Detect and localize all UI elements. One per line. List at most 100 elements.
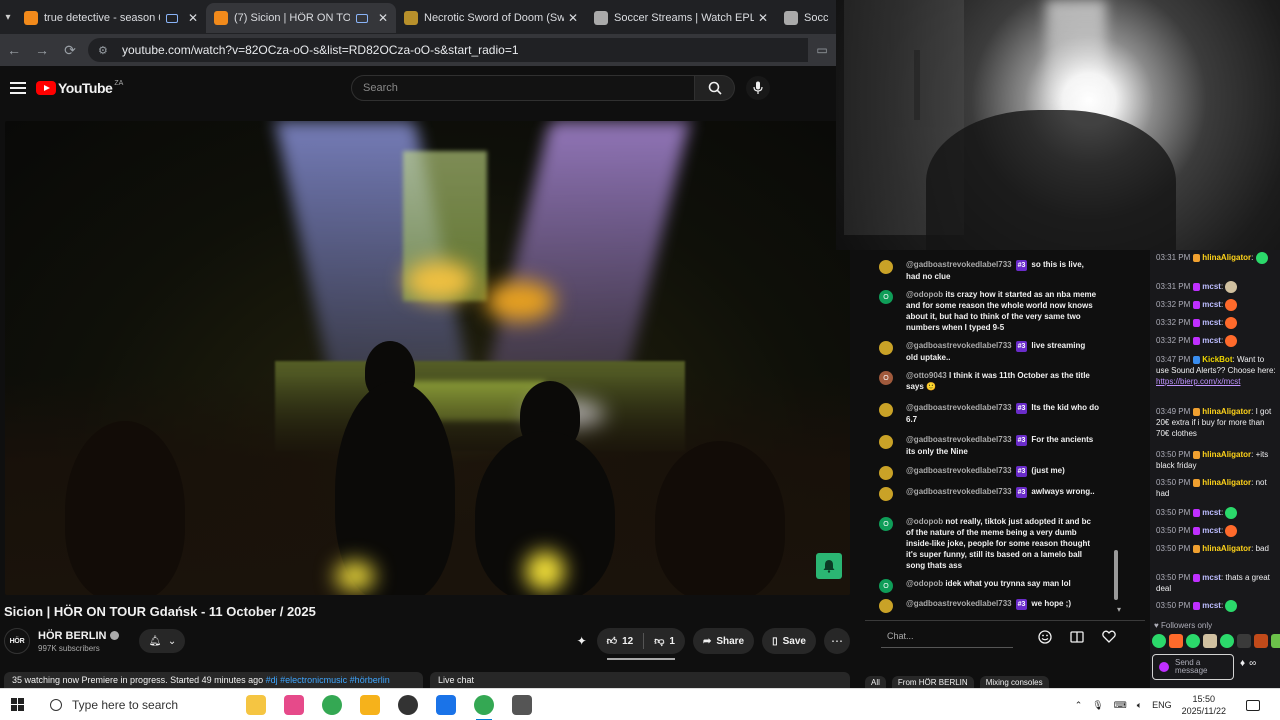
browser-tab[interactable]: Soccer — [776, 3, 836, 33]
chat-author[interactable]: @gadboastrevokedlabel733 — [906, 435, 1012, 444]
taskbar-app-icon[interactable] — [246, 694, 266, 715]
voice-search-button[interactable] — [746, 76, 770, 100]
tab-close-icon[interactable]: ✕ — [378, 11, 388, 25]
twitch-link[interactable]: https://bierp.com/x/mcst — [1156, 377, 1240, 386]
twitch-username[interactable]: mcst — [1202, 526, 1221, 535]
taskbar-app-icon[interactable] — [512, 694, 532, 715]
chat-avatar[interactable] — [879, 341, 893, 355]
live-chat-header[interactable]: Live chat — [430, 672, 850, 688]
taskbar-app-icon[interactable] — [398, 694, 418, 715]
chat-avatar[interactable]: O — [879, 579, 893, 593]
chat-avatar[interactable] — [879, 487, 893, 501]
reload-icon[interactable]: ⟳ — [56, 36, 84, 64]
share-button[interactable]: ➦ Share — [692, 628, 755, 654]
chat-author[interactable]: @gadboastrevokedlabel733 — [906, 466, 1012, 475]
microphone-icon[interactable]: 🎙︎ — [1092, 700, 1103, 711]
chat-author[interactable]: @odopob — [906, 579, 943, 588]
channel-name[interactable]: HÖR BERLIN — [38, 630, 120, 642]
url-bar[interactable]: ⚙ youtube.com/watch?v=82OCza-oO-s&list=R… — [88, 38, 808, 62]
emote[interactable] — [1254, 634, 1268, 648]
chat-author[interactable]: @gadboastrevokedlabel733 — [906, 341, 1012, 350]
taskbar-search[interactable]: Type here to search — [40, 689, 236, 720]
chat-avatar[interactable]: O — [879, 371, 893, 385]
twitch-message-input[interactable]: Send a message — [1152, 654, 1234, 680]
chat-avatar[interactable]: O — [879, 517, 893, 531]
emote[interactable] — [1237, 634, 1251, 648]
taskbar-app-icon[interactable] — [436, 694, 456, 715]
twitch-username[interactable]: mcst — [1202, 318, 1221, 327]
emote[interactable] — [1271, 634, 1280, 648]
like-button[interactable]: 👍︎ 12 — [597, 635, 644, 648]
chat-author[interactable]: @otto9043 — [906, 371, 947, 380]
chat-avatar[interactable]: O — [879, 290, 893, 304]
infinity-icon[interactable]: ∞ — [1249, 658, 1256, 669]
browser-tab[interactable]: Soccer Streams | Watch EPL On ✕ — [586, 3, 776, 33]
twitch-username[interactable]: mcst — [1202, 282, 1221, 291]
chat-author[interactable]: @gadboastrevokedlabel733 — [906, 403, 1012, 412]
emote[interactable] — [1220, 634, 1234, 648]
chat-author[interactable]: @gadboastrevokedlabel733 — [906, 487, 1012, 496]
emote[interactable] — [1186, 634, 1200, 648]
super-chat-icon[interactable] — [1065, 625, 1089, 649]
twitch-username[interactable]: hlinaAligator — [1202, 450, 1251, 459]
description-box[interactable]: 35 watching now Premiere in progress. St… — [4, 672, 423, 688]
start-button[interactable] — [0, 698, 34, 711]
chat-avatar[interactable] — [879, 260, 893, 274]
emote[interactable] — [1203, 634, 1217, 648]
youtube-logo[interactable]: YouTube ZA — [36, 80, 123, 96]
chat-avatar[interactable] — [879, 466, 893, 480]
language-indicator[interactable]: ENG — [1152, 700, 1172, 710]
search-input[interactable]: Search — [351, 75, 695, 101]
tray-chevron-icon[interactable]: ⌃ — [1075, 700, 1083, 711]
browser-tab[interactable]: Necrotic Sword of Doom (Swo ✕ — [396, 3, 586, 33]
cast-icon[interactable]: ▭ — [808, 43, 836, 57]
forward-arrow-icon[interactable]: → — [28, 36, 56, 64]
emote[interactable] — [1169, 634, 1183, 648]
description-tags[interactable]: #dj #electronicmusic #hörberlin — [266, 675, 390, 685]
chat-author[interactable]: @gadboastrevokedlabel733 — [906, 599, 1012, 608]
taskbar-app-icon[interactable] — [322, 694, 342, 715]
clock[interactable]: 15:50 2025/11/22 — [1182, 693, 1226, 717]
twitch-username[interactable]: hlinaAligator — [1202, 407, 1251, 416]
save-button[interactable]: ▯ Save — [762, 628, 816, 654]
twitch-username[interactable]: mcst — [1202, 573, 1221, 582]
notification-icon[interactable] — [1246, 699, 1260, 711]
tab-search-chevron-icon[interactable]: ▾ — [0, 0, 16, 34]
bell-icon[interactable] — [816, 553, 842, 579]
chat-avatar[interactable] — [879, 599, 893, 613]
twitch-username[interactable]: hlinaAligator — [1202, 253, 1251, 262]
search-button[interactable] — [695, 75, 735, 101]
taskbar-app-icon[interactable] — [474, 694, 494, 720]
tab-close-icon[interactable]: ✕ — [758, 11, 768, 25]
heart-icon[interactable] — [1097, 625, 1121, 649]
chat-input[interactable]: Chat... — [881, 626, 1013, 648]
browser-tab[interactable]: (7) Sicion | HÖR ON TOUR G ✕ — [206, 3, 396, 33]
emote[interactable] — [1152, 634, 1166, 648]
back-arrow-icon[interactable]: ← — [0, 36, 28, 64]
subscribed-button[interactable]: 🔔︎ ⌄ — [139, 629, 186, 653]
twitch-username[interactable]: hlinaAligator — [1202, 478, 1251, 487]
network-icon[interactable]: ⌨ — [1114, 700, 1127, 711]
more-actions-icon[interactable]: ⋯ — [824, 628, 850, 654]
chat-author[interactable]: @odopob — [906, 517, 943, 526]
emoji-icon[interactable] — [1033, 625, 1057, 649]
video-player[interactable] — [5, 121, 850, 595]
chat-avatar[interactable] — [879, 403, 893, 417]
chat-author[interactable]: @gadboastrevokedlabel733 — [906, 260, 1012, 269]
volume-icon[interactable]: 🔈︎ — [1137, 700, 1142, 711]
sparkle-icon[interactable]: ✦ — [575, 634, 589, 648]
twitch-username[interactable]: hlinaAligator — [1202, 544, 1251, 553]
browser-tab[interactable]: true detective - season 01 ✕ — [16, 3, 206, 33]
twitch-username[interactable]: mcst — [1202, 508, 1221, 517]
scroll-down-icon[interactable]: ▾ — [1117, 605, 1121, 614]
twitch-username[interactable]: KickBot — [1202, 355, 1232, 364]
twitch-username[interactable]: mcst — [1202, 336, 1221, 345]
twitch-username[interactable]: mcst — [1202, 601, 1221, 610]
channel-avatar[interactable]: HÖR — [4, 628, 30, 654]
site-info-icon[interactable]: ⚙ — [98, 44, 112, 57]
tab-close-icon[interactable]: ✕ — [568, 11, 578, 25]
taskbar-app-icon[interactable] — [360, 694, 380, 715]
chat-author[interactable]: @odopob — [906, 290, 943, 299]
chat-avatar[interactable] — [879, 435, 893, 449]
tab-close-icon[interactable]: ✕ — [188, 11, 198, 25]
